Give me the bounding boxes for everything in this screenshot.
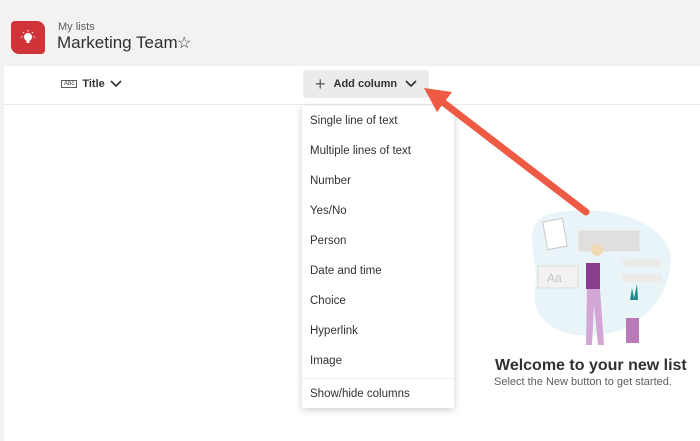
annotation-arrow-icon — [424, 88, 590, 216]
